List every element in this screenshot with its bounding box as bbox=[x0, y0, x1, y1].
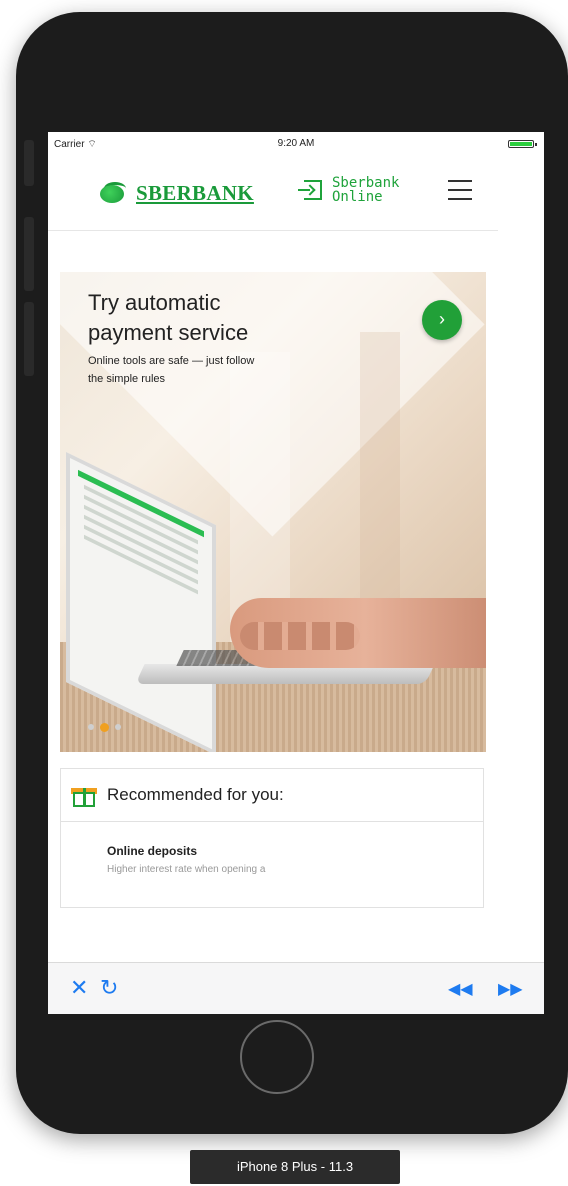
device-screen: Carrier ⌔ 9:20 AM SBERBANK Sberbank Onli… bbox=[48, 132, 544, 1014]
recommended-title: Recommended for you: bbox=[107, 785, 284, 804]
forward-icon[interactable]: ▶▶ bbox=[498, 977, 523, 1003]
carousel-dot[interactable] bbox=[115, 724, 121, 730]
recommended-item[interactable]: Online deposits Higher interest rate whe… bbox=[61, 822, 483, 875]
volume-up-button bbox=[24, 217, 34, 291]
recommended-item-title: Online deposits bbox=[107, 844, 198, 858]
recommended-item-desc: Higher interest rate when opening a bbox=[107, 864, 266, 875]
mute-switch bbox=[24, 140, 34, 186]
next-slide-button[interactable]: › bbox=[422, 300, 462, 340]
carousel-dots bbox=[88, 723, 127, 732]
promo-title: Try automatic payment service bbox=[88, 290, 249, 345]
site-header: SBERBANK Sberbank Online bbox=[48, 158, 498, 231]
login-icon bbox=[298, 180, 322, 200]
recommended-card: Recommended for you: Online deposits Hig… bbox=[60, 768, 484, 908]
volume-down-button bbox=[24, 302, 34, 376]
logo-text: SBERBANK bbox=[136, 180, 254, 205]
gift-icon bbox=[71, 783, 97, 807]
hamburger-icon[interactable] bbox=[448, 180, 472, 200]
sberbank-logo[interactable]: SBERBANK bbox=[96, 178, 254, 208]
status-time: 9:20 AM bbox=[277, 138, 315, 149]
browser-toolbar: ✕ ↻ ◀◀ ▶▶ bbox=[48, 962, 544, 1014]
reload-icon[interactable]: ↻ bbox=[100, 975, 118, 1001]
online-label-line1: Sberbank bbox=[332, 175, 400, 191]
phone-frame: Carrier ⌔ 9:20 AM SBERBANK Sberbank Onli… bbox=[16, 12, 568, 1134]
sberbank-logo-icon bbox=[96, 182, 128, 204]
recommended-header: Recommended for you: bbox=[61, 769, 483, 822]
promo-banner[interactable]: Try automatic payment service Online too… bbox=[60, 272, 486, 752]
promo-subtitle: Online tools are safe — just follow the … bbox=[88, 355, 255, 385]
online-label-line2: Online bbox=[332, 189, 383, 205]
status-bar: Carrier ⌔ 9:20 AM bbox=[48, 132, 544, 158]
carousel-dot-active[interactable] bbox=[100, 723, 109, 732]
sberbank-online-link[interactable]: Sberbank Online bbox=[298, 175, 400, 205]
home-button[interactable] bbox=[240, 1020, 314, 1094]
close-icon[interactable]: ✕ bbox=[70, 975, 88, 1001]
battery-icon bbox=[508, 140, 537, 148]
back-icon[interactable]: ◀◀ bbox=[448, 977, 473, 1003]
device-label: iPhone 8 Plus - 11.3 bbox=[190, 1150, 400, 1184]
carousel-dot[interactable] bbox=[88, 724, 94, 730]
